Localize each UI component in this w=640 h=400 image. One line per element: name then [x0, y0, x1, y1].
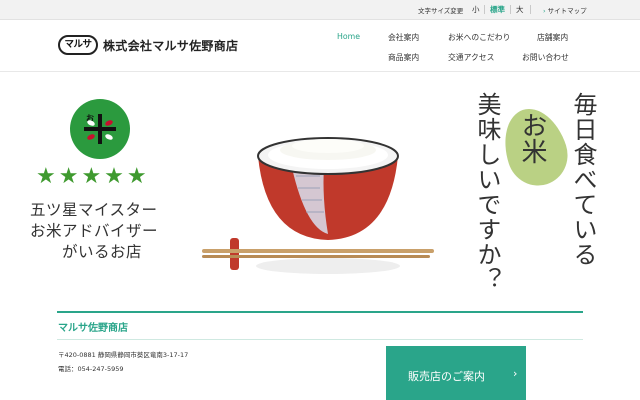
rice-badge: お	[70, 99, 130, 159]
nav-home[interactable]: Home	[337, 32, 360, 41]
vertical-copy-highlight: お米	[517, 112, 547, 164]
sitemap-link[interactable]: › サイトマップ	[543, 5, 587, 15]
vertical-copy-col1: 毎日食べている	[569, 92, 597, 267]
section-divider	[57, 311, 583, 313]
chevron-right-icon: ›	[543, 7, 546, 15]
chevron-right-icon: ›	[513, 367, 518, 380]
store-phone: 電話：054-247-5959	[58, 365, 124, 373]
five-star-rating: ★★★★★	[36, 164, 150, 189]
nav-rice-commitment[interactable]: お米へのこだわり	[448, 32, 510, 43]
nav-products[interactable]: 商品案内	[388, 52, 419, 63]
font-size-label: 文字サイズ変更	[418, 7, 464, 15]
rice-logo-icon: お	[84, 114, 116, 144]
site-header: マルサ 株式会社マルサ佐野商店 Home 会社案内 お米へのこだわり 店舗案内 …	[0, 20, 640, 72]
rice-bowl-illustration	[202, 137, 434, 274]
vertical-copy-col2: 美味しいですか？	[473, 92, 501, 292]
dealer-info-button[interactable]: 販売店のご案内 ›	[386, 346, 526, 400]
logo-mark[interactable]: マルサ	[58, 35, 98, 55]
hero-copy-line-1: 五ツ星マイスター	[30, 201, 158, 219]
nav-access[interactable]: 交通アクセス	[448, 52, 494, 63]
store-name-heading: マルサ佐野商店	[58, 323, 128, 334]
nav-contact[interactable]: お問い合わせ	[522, 52, 569, 63]
hero-copy-line-3: がいるお店	[62, 243, 143, 261]
font-size-divider	[484, 5, 485, 14]
section-divider	[57, 339, 583, 340]
font-size-small-option[interactable]: 小	[472, 4, 480, 15]
font-size-divider	[530, 5, 531, 14]
font-size-divider	[510, 5, 511, 14]
store-address: 〒420-0881 静岡県静岡市葵区竜南3-17-17	[58, 351, 189, 359]
hero-copy-line-2: お米アドバイザー	[30, 222, 159, 240]
company-name[interactable]: 株式会社マルサ佐野商店	[103, 37, 238, 54]
dealer-info-label: 販売店のご案内	[408, 370, 485, 383]
sitemap-label: サイトマップ	[547, 7, 587, 15]
font-size-standard-option[interactable]: 標準	[490, 4, 505, 15]
font-size-large-option[interactable]: 大	[516, 4, 524, 15]
utility-bar: 文字サイズ変更 小 標準 大 › サイトマップ	[0, 0, 640, 20]
nav-company-info[interactable]: 会社案内	[388, 32, 419, 43]
nav-store-info[interactable]: 店舗案内	[537, 32, 568, 43]
